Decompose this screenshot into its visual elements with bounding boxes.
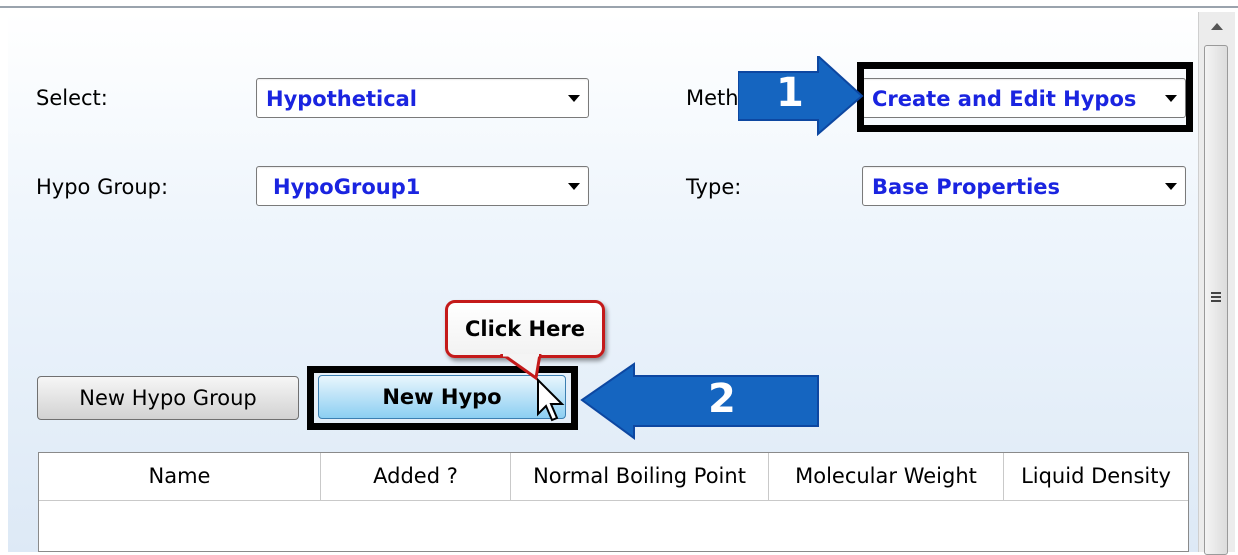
column-header-added[interactable]: Added ? — [321, 453, 511, 500]
step-1-number: 1 — [776, 70, 804, 116]
vertical-scrollbar[interactable] — [1198, 12, 1235, 555]
click-here-callout: Click Here — [445, 300, 605, 358]
column-header-name[interactable]: Name — [39, 453, 321, 500]
chevron-down-icon — [568, 183, 580, 190]
grip-icon — [1211, 292, 1221, 302]
step-2-number: 2 — [708, 376, 736, 422]
select-label: Select: — [36, 86, 108, 110]
mouse-cursor-icon — [537, 378, 565, 422]
column-header-normal-boiling-point[interactable]: Normal Boiling Point — [511, 453, 769, 500]
new-hypo-group-button[interactable]: New Hypo Group — [37, 376, 299, 420]
table-header: Name Added ? Normal Boiling Point Molecu… — [39, 453, 1188, 501]
highlight-box-method — [857, 62, 1193, 132]
arrow-up-icon — [1211, 23, 1223, 30]
column-header-liquid-density[interactable]: Liquid Density — [1004, 453, 1188, 500]
method-label: Meth — [686, 86, 739, 110]
hypo-group-value: HypoGroup1 — [273, 175, 421, 199]
scrollbar-thumb[interactable] — [1204, 45, 1228, 555]
scroll-up-button[interactable] — [1199, 12, 1235, 42]
hypo-table: Name Added ? Normal Boiling Point Molecu… — [38, 452, 1189, 552]
chevron-down-icon — [568, 95, 580, 102]
type-label: Type: — [686, 175, 742, 199]
hypo-group-dropdown[interactable]: HypoGroup1 — [256, 166, 589, 206]
chevron-down-icon — [1165, 183, 1177, 190]
top-border — [0, 6, 1238, 8]
select-value: Hypothetical — [266, 87, 418, 111]
column-header-molecular-weight[interactable]: Molecular Weight — [769, 453, 1004, 500]
hypo-group-label: Hypo Group: — [36, 175, 169, 199]
step-2-arrow-icon — [580, 362, 819, 440]
select-dropdown[interactable]: Hypothetical — [256, 78, 589, 118]
type-dropdown[interactable]: Base Properties — [862, 166, 1186, 206]
window: Select: Hypothetical Meth Create and Edi… — [0, 0, 1238, 555]
type-value: Base Properties — [872, 175, 1061, 199]
